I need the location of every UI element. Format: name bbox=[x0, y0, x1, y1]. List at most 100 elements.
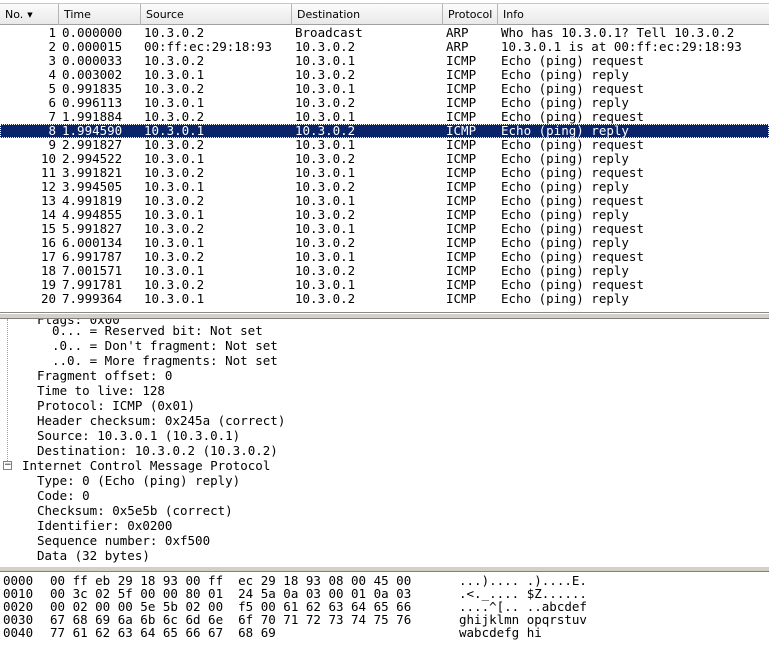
packet-list-header: No. ▼ Time Source Destination Protocol In… bbox=[0, 3, 769, 25]
packet-row-selected[interactable]: 8 1.994590 10.3.0.1 10.3.0.2 ICMP Echo (ping)… bbox=[0, 124, 769, 138]
packet-row-partial[interactable] bbox=[0, 306, 769, 312]
details-row-source[interactable]: Source: 10.3.0.1 (10.3.0.1) bbox=[37, 428, 240, 443]
packet-row[interactable]: 6 0.996113 10.3.0.1 10.3.0.2 ICMP Echo (ping)… bbox=[0, 96, 769, 110]
packet-cell-destination: 10.3.0.1 bbox=[295, 110, 356, 124]
packet-cell-protocol: ICMP bbox=[446, 180, 477, 194]
details-row-dont-fragment[interactable]: .0.. = Don't fragment: Not set bbox=[52, 338, 278, 353]
packet-cell-info: Echo (ping) request bbox=[501, 166, 644, 180]
packet-cell-protocol: ARP bbox=[446, 26, 469, 40]
packet-list-rows: 1 0.000000 10.3.0.2 Broadcast ARP Who has 10.… bbox=[0, 26, 769, 312]
packet-cell-destination: 10.3.0.2 bbox=[295, 68, 356, 82]
packet-row[interactable]: 12 3.994505 10.3.0.1 10.3.0.2 ICMP Echo (ping… bbox=[0, 180, 769, 194]
packet-cell-time: 2.994522 bbox=[62, 152, 123, 166]
packet-row[interactable]: 18 7.001571 10.3.0.1 10.3.0.2 ICMP Echo (ping… bbox=[0, 264, 769, 278]
details-row-header-checksum[interactable]: Header checksum: 0x245a (correct) bbox=[37, 413, 285, 428]
details-row-icmp-checksum[interactable]: Checksum: 0x5e5b (correct) bbox=[37, 503, 233, 518]
column-header-time-label: Time bbox=[64, 8, 91, 21]
packet-cell-time: 4.991819 bbox=[62, 194, 123, 208]
details-row-icmp-identifier[interactable]: Identifier: 0x0200 bbox=[37, 518, 172, 533]
packet-cell-info: Echo (ping) request bbox=[501, 82, 644, 96]
packet-cell-time: 6.991787 bbox=[62, 250, 123, 264]
packet-row[interactable]: 16 6.000134 10.3.0.1 10.3.0.2 ICMP Echo (ping… bbox=[0, 236, 769, 250]
packet-cell-destination: 10.3.0.2 bbox=[295, 152, 356, 166]
packet-cell-no: 16 bbox=[40, 236, 56, 250]
details-row-icmp-type[interactable]: Type: 0 (Echo (ping) reply) bbox=[37, 473, 240, 488]
packet-cell-time: 1.994590 bbox=[62, 124, 123, 138]
packet-cell-info: Echo (ping) reply bbox=[501, 208, 629, 222]
packet-cell-destination: 10.3.0.1 bbox=[295, 278, 356, 292]
packet-row[interactable]: 19 7.991781 10.3.0.2 10.3.0.1 ICMP Echo (ping… bbox=[0, 278, 769, 292]
packet-cell-no: 1 bbox=[48, 26, 56, 40]
packet-row[interactable]: 20 7.999364 10.3.0.1 10.3.0.2 ICMP Echo (ping… bbox=[0, 292, 769, 306]
packet-cell-no: 11 bbox=[40, 166, 56, 180]
column-header-no[interactable]: No. ▼ bbox=[0, 4, 59, 25]
packet-cell-protocol: ICMP bbox=[446, 166, 477, 180]
packet-row[interactable]: 17 6.991787 10.3.0.2 10.3.0.1 ICMP Echo (ping… bbox=[0, 250, 769, 264]
packet-cell-time: 3.991821 bbox=[62, 166, 123, 180]
packet-row[interactable]: 13 4.991819 10.3.0.2 10.3.0.1 ICMP Echo (ping… bbox=[0, 194, 769, 208]
packet-cell-protocol: ICMP bbox=[446, 222, 477, 236]
packet-bytes-pane[interactable]: 0000 00 ff eb 29 18 93 00 ff ec 29 18 93 … bbox=[0, 572, 769, 659]
packet-cell-time: 0.003002 bbox=[62, 68, 123, 82]
packet-cell-source: 10.3.0.2 bbox=[144, 138, 205, 152]
details-row-destination[interactable]: Destination: 10.3.0.2 (10.3.0.2) bbox=[37, 443, 278, 458]
packet-cell-info: Echo (ping) request bbox=[501, 222, 644, 236]
packet-cell-destination: 10.3.0.1 bbox=[295, 82, 356, 96]
column-header-destination[interactable]: Destination bbox=[292, 4, 443, 25]
details-row-icmp-sequence[interactable]: Sequence number: 0xf500 bbox=[37, 533, 210, 548]
packet-cell-no: 7 bbox=[48, 110, 56, 124]
details-row-icmp-code[interactable]: Code: 0 bbox=[37, 488, 90, 503]
packet-cell-no: 4 bbox=[48, 68, 56, 82]
packet-row[interactable]: 11 3.991821 10.3.0.2 10.3.0.1 ICMP Echo (ping… bbox=[0, 166, 769, 180]
packet-row[interactable]: 15 5.991827 10.3.0.2 10.3.0.1 ICMP Echo (ping… bbox=[0, 222, 769, 236]
packet-row[interactable]: 9 2.991827 10.3.0.2 10.3.0.1 ICMP Echo (ping)… bbox=[0, 138, 769, 152]
packet-cell-protocol: ICMP bbox=[446, 250, 477, 264]
packet-cell-no: 20 bbox=[40, 292, 56, 306]
packet-cell-info: Echo (ping) reply bbox=[501, 264, 629, 278]
packet-list-pane[interactable]: No. ▼ Time Source Destination Protocol In… bbox=[0, 0, 769, 313]
packet-cell-no: 19 bbox=[40, 278, 56, 292]
packet-cell-destination: 10.3.0.2 bbox=[295, 236, 356, 250]
packet-row[interactable]: 7 1.991884 10.3.0.2 10.3.0.1 ICMP Echo (ping)… bbox=[0, 110, 769, 124]
packet-cell-source: 10.3.0.2 bbox=[144, 54, 205, 68]
packet-cell-info: Echo (ping) request bbox=[501, 110, 644, 124]
column-header-protocol[interactable]: Protocol bbox=[443, 4, 498, 25]
packet-row[interactable]: 5 0.991835 10.3.0.2 10.3.0.1 ICMP Echo (ping)… bbox=[0, 82, 769, 96]
details-row-fragment-offset[interactable]: Fragment offset: 0 bbox=[37, 368, 172, 383]
details-row-ttl[interactable]: Time to live: 128 bbox=[37, 383, 165, 398]
packet-cell-info: Echo (ping) reply bbox=[501, 180, 629, 194]
packet-row[interactable]: 2 0.000015 00:ff:ec:29:18:93 10.3.0.2 ARP 10.… bbox=[0, 40, 769, 54]
packet-row[interactable]: 3 0.000033 10.3.0.2 10.3.0.1 ICMP Echo (ping)… bbox=[0, 54, 769, 68]
packet-row[interactable]: 4 0.003002 10.3.0.1 10.3.0.2 ICMP Echo (ping)… bbox=[0, 68, 769, 82]
packet-cell-destination: 10.3.0.1 bbox=[295, 54, 356, 68]
packet-cell-source: 10.3.0.2 bbox=[144, 26, 205, 40]
packet-cell-time: 0.000000 bbox=[62, 26, 123, 40]
details-row-protocol[interactable]: Protocol: ICMP (0x01) bbox=[37, 398, 195, 413]
bytes-row[interactable]: 0040 77 61 62 63 64 65 66 67 68 69 wabcdef… bbox=[0, 626, 769, 639]
packet-row[interactable]: 14 4.994855 10.3.0.1 10.3.0.2 ICMP Echo (ping… bbox=[0, 208, 769, 222]
packet-cell-destination: 10.3.0.1 bbox=[295, 166, 356, 180]
column-header-info[interactable]: Info bbox=[498, 4, 769, 25]
packet-cell-destination: 10.3.0.2 bbox=[295, 96, 356, 110]
packet-cell-destination: 10.3.0.2 bbox=[295, 124, 356, 138]
packet-cell-protocol: ICMP bbox=[446, 96, 477, 110]
packet-cell-source: 10.3.0.1 bbox=[144, 180, 205, 194]
bytes-ascii: wabcdefg hi bbox=[459, 625, 542, 640]
column-header-info-label: Info bbox=[503, 8, 524, 21]
column-header-source[interactable]: Source bbox=[141, 4, 292, 25]
packet-cell-no: 14 bbox=[40, 208, 56, 222]
packet-cell-destination: 10.3.0.1 bbox=[295, 222, 356, 236]
packet-details-pane[interactable]: Flags: 0x00 0... = Reserved bit: Not set… bbox=[0, 319, 769, 566]
collapse-toggle-icon[interactable]: − bbox=[3, 461, 12, 470]
column-header-time[interactable]: Time bbox=[59, 4, 141, 25]
packet-cell-info: Echo (ping) reply bbox=[501, 96, 629, 110]
details-row-icmp-data[interactable]: Data (32 bytes) bbox=[37, 548, 150, 563]
packet-row[interactable]: 10 2.994522 10.3.0.1 10.3.0.2 ICMP Echo (ping… bbox=[0, 152, 769, 166]
packet-row[interactable]: 1 0.000000 10.3.0.2 Broadcast ARP Who has 10.… bbox=[0, 26, 769, 40]
details-row-more-fragments[interactable]: ..0. = More fragments: Not set bbox=[52, 353, 278, 368]
packet-cell-time: 1.991884 bbox=[62, 110, 123, 124]
details-row-icmp-title[interactable]: Internet Control Message Protocol bbox=[22, 458, 270, 473]
packet-cell-no: 9 bbox=[48, 138, 56, 152]
packet-cell-source: 10.3.0.1 bbox=[144, 236, 205, 250]
details-row-reserved-bit[interactable]: 0... = Reserved bit: Not set bbox=[52, 323, 263, 338]
